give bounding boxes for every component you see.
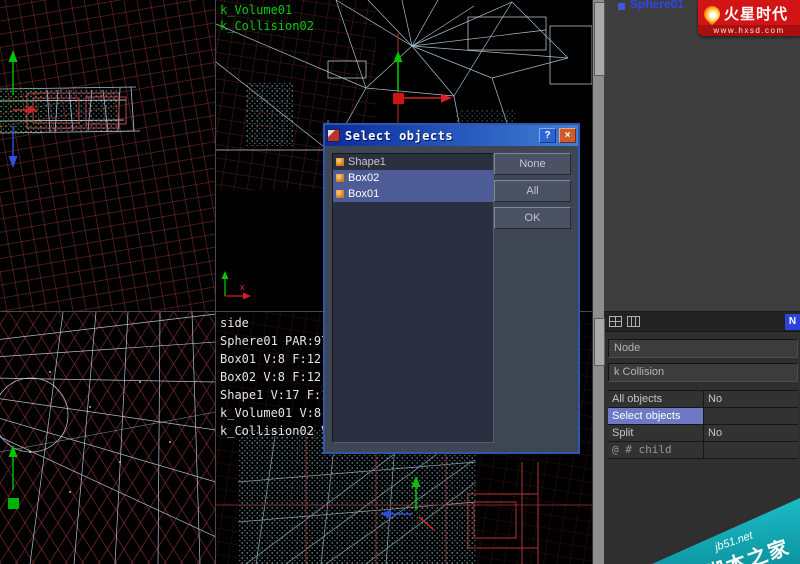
property-table: All objects No Select objects Split No @… (608, 390, 798, 459)
node-name-field[interactable]: k Collision (608, 363, 798, 382)
row-label: All objects (608, 391, 704, 407)
stat-line: Box01 V:8 F:12 (220, 352, 322, 366)
stat-line: k_Collision02 V (220, 424, 329, 438)
object-list[interactable]: Shape1 Box02 Box01 (332, 153, 494, 443)
scrollbar-thumb[interactable] (594, 318, 605, 366)
viewport-bottom-left[interactable] (0, 312, 216, 564)
application-window: x k_Volume01 k_Collision02 side Sphere01… (0, 0, 800, 564)
wireframe-bottom-left (0, 312, 215, 564)
help-button[interactable]: ? (539, 128, 556, 143)
dialog-buttons: None All OK (494, 153, 571, 229)
object-name: Box01 (348, 188, 380, 200)
table-row[interactable]: All objects No (608, 391, 798, 408)
object-name: Shape1 (348, 156, 386, 168)
row-value[interactable] (704, 408, 798, 424)
ok-button[interactable]: OK (494, 207, 571, 229)
viewport-stats: side Sphere01 PAR:97 Box01 V:8 F:12 Box0… (220, 314, 328, 440)
logo-url: www.hxsd.com (698, 25, 800, 36)
row-value[interactable]: No (704, 425, 798, 441)
panel-scrollbar[interactable] (592, 0, 605, 564)
row-label-selected[interactable]: Select objects (608, 408, 704, 424)
select-objects-dialog: Select objects ? × Shape1 Box02 Box01 No… (323, 123, 580, 454)
table-row[interactable]: Split No (608, 425, 798, 442)
flame-icon (700, 2, 724, 25)
axis-x-label: x (240, 282, 245, 292)
row-label: @ # child (608, 442, 704, 458)
scrollbar-thumb[interactable] (594, 2, 605, 76)
list-item-selected[interactable]: Box01 (333, 186, 493, 202)
stat-line: Sphere01 PAR:97 (220, 334, 329, 348)
stat-line: Box02 V:8 F:12 (220, 370, 322, 384)
stat-line: Shape1 V:17 F:1 (220, 388, 329, 402)
table-view-icon[interactable] (609, 316, 622, 327)
list-item-selected[interactable]: Box02 (333, 170, 493, 186)
table-row[interactable]: @ # child (608, 442, 798, 459)
scene-node-label[interactable]: Sphere01 (630, 0, 684, 11)
row-value[interactable] (704, 442, 798, 458)
right-panel: Sphere01 N Node k Collision All objects … (604, 0, 800, 564)
dialog-icon (327, 129, 340, 142)
all-button[interactable]: All (494, 180, 571, 202)
dialog-titlebar[interactable]: Select objects ? × (325, 125, 578, 146)
dialog-title: Select objects (345, 128, 454, 143)
dialog-body: Shape1 Box02 Box01 None All OK (325, 146, 578, 452)
viewport-top-left[interactable] (0, 0, 216, 312)
node-icon (618, 3, 625, 10)
close-button[interactable]: × (559, 128, 576, 143)
logo-title: 火星时代 (724, 6, 789, 23)
object-name: Box02 (348, 172, 380, 184)
inspector-toolbar: N (604, 312, 800, 332)
site-logo: 火星时代 www.hxsd.com (698, 0, 800, 36)
selected-box-outlines (467, 462, 539, 564)
object-icon (336, 158, 344, 166)
row-label: Split (608, 425, 704, 441)
columns-view-icon[interactable] (627, 316, 640, 327)
axis-gizmo (8, 445, 19, 509)
row-value[interactable]: No (704, 391, 798, 407)
viewport-name-label: side (220, 316, 249, 330)
object-icon (336, 190, 344, 198)
list-item[interactable]: Shape1 (333, 154, 493, 170)
stat-line: k_Volume01 V:8 (220, 406, 322, 420)
schematic-view[interactable]: Sphere01 (604, 0, 800, 312)
node-type-field[interactable]: Node (608, 339, 798, 358)
object-label-volume: k_Volume01 (220, 3, 293, 17)
table-row[interactable]: Select objects (608, 408, 798, 425)
wireframe-top-left (0, 50, 141, 168)
tab-node[interactable]: N (785, 313, 800, 330)
viewport-axis-indicator: x (221, 271, 251, 300)
none-button[interactable]: None (494, 153, 571, 175)
object-label-collision: k_Collision02 (220, 19, 314, 33)
object-icon (336, 174, 344, 182)
